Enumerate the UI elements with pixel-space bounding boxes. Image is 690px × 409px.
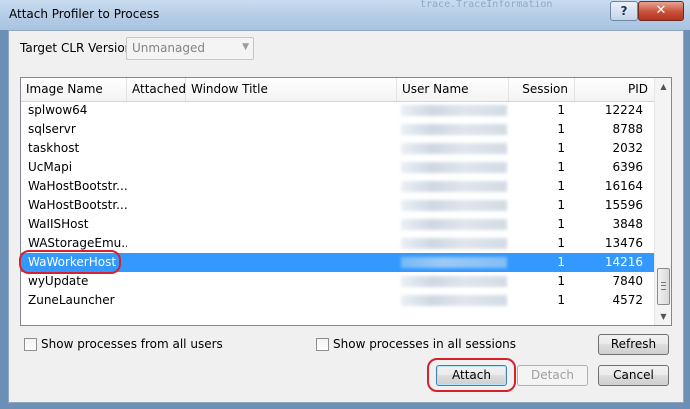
process-list[interactable]: Image Name Attached Window Title User Na… — [20, 77, 672, 326]
column-header-window-title[interactable]: Window Title — [186, 78, 397, 101]
redacted-user-name — [401, 238, 507, 249]
clr-version-dropdown[interactable]: Unmanaged ▼ — [126, 37, 254, 60]
redacted-user-name — [401, 276, 507, 287]
session-cell: 1 — [557, 255, 565, 269]
pid-cell: 6396 — [612, 160, 643, 174]
clr-version-value: Unmanaged — [132, 41, 206, 55]
table-row[interactable]: sqlservr 1 8788 — [21, 120, 654, 139]
dialog-body: Target CLR Version: Unmanaged ▼ Image Na… — [8, 30, 684, 403]
session-cell: 1 — [557, 293, 565, 307]
background-code-text: trace.TraceInformation — [420, 0, 553, 9]
redacted-user-name — [401, 257, 507, 268]
scrollbar-thumb[interactable] — [657, 268, 670, 305]
clr-version-label: Target CLR Version: — [20, 41, 137, 55]
pid-cell: 16164 — [604, 179, 643, 193]
session-cell: 1 — [557, 141, 565, 155]
image-name-cell: ZuneLauncher — [28, 293, 115, 307]
image-name-cell: WaIISHost — [28, 217, 89, 231]
image-name-cell: sqlservr — [28, 122, 76, 136]
window-title: Attach Profiler to Process — [9, 7, 160, 21]
pid-cell: 4572 — [612, 293, 643, 307]
user-name-cell — [397, 196, 509, 215]
scroll-up-arrow-icon[interactable]: ▲ — [656, 78, 671, 95]
close-button[interactable]: ✕ — [638, 1, 684, 21]
detach-button[interactable]: Detach — [517, 365, 588, 386]
session-cell: 1 — [557, 236, 565, 250]
pid-cell: 14216 — [604, 255, 643, 269]
pid-cell: 13476 — [604, 236, 643, 250]
redacted-user-name — [401, 143, 507, 154]
table-row[interactable]: WaHostBootstr... 1 16164 — [21, 177, 654, 196]
image-name-cell: taskhost — [28, 141, 80, 155]
user-name-cell — [397, 139, 509, 158]
pid-cell: 3848 — [612, 217, 643, 231]
all-users-label: Show processes from all users — [41, 337, 223, 351]
redacted-user-name — [401, 181, 507, 192]
column-header-user-name[interactable]: User Name — [397, 78, 509, 101]
user-name-cell — [397, 158, 509, 177]
column-header-attached[interactable]: Attached — [127, 78, 186, 101]
process-list-header: Image Name Attached Window Title User Na… — [21, 78, 654, 102]
session-cell: 1 — [557, 274, 565, 288]
highlight-ring-waworkerhost — [19, 250, 121, 274]
session-cell: 1 — [557, 160, 565, 174]
title-bar: trace.TraceInformation Attach Profiler t… — [0, 0, 690, 30]
table-row[interactable]: WAStorageEmu... 1 13476 — [21, 234, 654, 253]
pid-cell: 15596 — [604, 198, 643, 212]
image-name-cell: wyUpdate — [28, 274, 89, 288]
refresh-button[interactable]: Refresh — [598, 334, 669, 355]
table-row[interactable]: WaIISHost 1 3848 — [21, 215, 654, 234]
user-name-cell — [397, 272, 509, 291]
image-name-cell: splwow64 — [28, 103, 88, 117]
image-name-cell: WaHostBootstr... — [28, 198, 127, 212]
user-name-cell — [397, 101, 509, 120]
user-name-cell — [397, 291, 509, 310]
help-button[interactable]: ? — [610, 1, 638, 21]
redacted-user-name — [401, 219, 507, 230]
table-row[interactable]: splwow64 1 12224 — [21, 101, 654, 120]
redacted-user-name — [401, 105, 507, 116]
pid-cell: 12224 — [604, 103, 643, 117]
redacted-user-name — [401, 124, 507, 135]
table-row[interactable]: taskhost 1 2032 — [21, 139, 654, 158]
session-cell: 1 — [557, 179, 565, 193]
vertical-scrollbar[interactable]: ▲ ▼ — [654, 78, 671, 325]
pid-cell: 8788 — [612, 122, 643, 136]
column-header-image-name[interactable]: Image Name — [21, 78, 127, 101]
column-header-session[interactable]: Session — [509, 78, 575, 101]
table-row[interactable]: WaHostBootstr... 1 15596 — [21, 196, 654, 215]
session-cell: 1 — [557, 103, 565, 117]
table-row[interactable]: UcMapi 1 6396 — [21, 158, 654, 177]
grip-icon — [661, 282, 666, 290]
user-name-cell — [397, 253, 509, 272]
user-name-cell — [397, 215, 509, 234]
session-cell: 1 — [557, 217, 565, 231]
user-name-cell — [397, 177, 509, 196]
session-cell: 1 — [557, 122, 565, 136]
highlight-ring-attach — [427, 358, 516, 392]
user-name-cell — [397, 234, 509, 253]
redacted-user-name — [401, 200, 507, 211]
redacted-user-name — [401, 162, 507, 173]
session-cell: 1 — [557, 198, 565, 212]
user-name-cell — [397, 120, 509, 139]
all-sessions-label: Show processes in all sessions — [333, 337, 517, 351]
all-sessions-checkbox[interactable] — [316, 338, 329, 351]
all-users-checkbox[interactable] — [24, 338, 37, 351]
pid-cell: 7840 — [612, 274, 643, 288]
cancel-button[interactable]: Cancel — [598, 365, 669, 386]
image-name-cell: UcMapi — [28, 160, 73, 174]
table-row[interactable]: wyUpdate 1 7840 — [21, 272, 654, 291]
scroll-down-arrow-icon[interactable]: ▼ — [656, 308, 671, 325]
column-header-pid[interactable]: PID — [575, 78, 654, 101]
chevron-down-icon: ▼ — [242, 42, 249, 52]
table-row[interactable]: ZuneLauncher 1 4572 — [21, 291, 654, 310]
image-name-cell: WaHostBootstr... — [28, 179, 127, 193]
redacted-user-name — [401, 295, 507, 306]
pid-cell: 2032 — [612, 141, 643, 155]
process-rows: splwow64 1 12224 sqlservr 1 8788 taskhost 1 2032… — [21, 101, 654, 310]
